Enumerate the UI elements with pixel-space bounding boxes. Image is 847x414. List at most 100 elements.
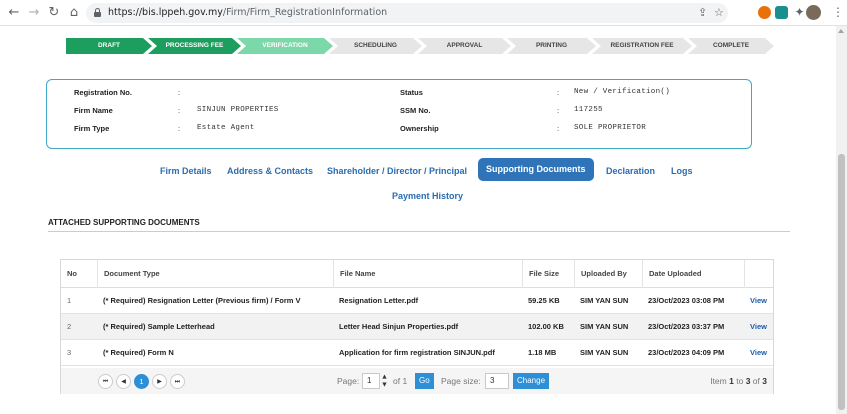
colon: : — [178, 88, 181, 97]
cell-no: 2 — [67, 322, 72, 331]
page-of-label: of 1 — [393, 376, 408, 386]
cell-date-uploaded: 23/Oct/2023 03:37 PM — [648, 322, 725, 331]
page-scrollbar[interactable] — [836, 26, 847, 414]
section-title: ATTACHED SUPPORTING DOCUMENTS — [48, 218, 200, 227]
firm-name-label: Firm Name — [74, 106, 113, 115]
colon: : — [557, 88, 560, 97]
table-row: 3 (* Required) Form N Application for fi… — [61, 340, 773, 366]
url-text: https://bis.lppeh.gov.my/Firm/Firm_Regis… — [108, 7, 388, 18]
page-size-label: Page size: — [441, 376, 481, 386]
tab-payment-history[interactable]: Payment History — [392, 191, 463, 201]
column-header-date-uploaded[interactable]: Date Uploaded — [642, 260, 744, 288]
cell-uploaded-by: SIM YAN SUN — [580, 296, 629, 305]
step-registration-fee: REGISTRATION FEE — [592, 38, 692, 54]
status-label: Status — [400, 88, 423, 97]
table-header: No Document Type File Name File Size Upl… — [61, 260, 773, 288]
last-page-icon[interactable]: ⏭ — [170, 374, 185, 389]
next-page-icon[interactable]: ▶ — [152, 374, 167, 389]
page-label: Page: — [337, 376, 360, 386]
star-icon[interactable]: ☆ — [714, 6, 724, 20]
step-complete: COMPLETE — [688, 38, 774, 54]
cell-file-name: Resignation Letter.pdf — [339, 296, 419, 305]
step-approval: APPROVAL — [418, 38, 511, 54]
tab-logs[interactable]: Logs — [671, 166, 693, 176]
cell-file-size: 59.25 KB — [528, 296, 560, 305]
item-count-info: Item 1 to 3 of 3 — [710, 376, 767, 386]
tab-declaration[interactable]: Declaration — [606, 166, 655, 176]
cell-uploaded-by: SIM YAN SUN — [580, 348, 629, 357]
cell-date-uploaded: 23/Oct/2023 04:09 PM — [648, 348, 725, 357]
step-verification: VERIFICATION — [237, 38, 333, 54]
first-page-icon[interactable]: ⏮ — [98, 374, 113, 389]
puzzle-icon[interactable]: ✦ — [793, 6, 806, 19]
extension-icon[interactable] — [758, 6, 771, 19]
colon: : — [557, 106, 560, 115]
reload-icon[interactable]: ↻ — [46, 5, 62, 21]
step-processing-fee: PROCESSING FEE — [148, 38, 241, 54]
menu-icon[interactable]: ⋮ — [832, 5, 844, 20]
table-row: 1 (* Required) Resignation Letter (Previ… — [61, 288, 773, 314]
column-header-file-size[interactable]: File Size — [522, 260, 574, 288]
cell-file-size: 1.18 MB — [528, 348, 557, 357]
colon: : — [178, 124, 181, 133]
firm-type-value: Estate Agent — [197, 124, 255, 132]
tab-firm-details[interactable]: Firm Details — [160, 166, 212, 176]
section-divider — [48, 231, 790, 232]
tab-supporting-documents[interactable]: Supporting Documents — [478, 158, 594, 181]
page-spinner-icon[interactable]: ▲ ▼ — [381, 373, 388, 389]
ownership-value: SOLE PROPRIETOR — [574, 124, 647, 132]
cell-file-size: 102.00 KB — [528, 322, 564, 331]
avatar[interactable] — [806, 5, 821, 20]
tab-shareholder-director-principal[interactable]: Shareholder / Director / Principal — [327, 166, 467, 176]
cell-document-type: (* Required) Resignation Letter (Previou… — [103, 296, 301, 305]
firm-name-value: SINJUN PROPERTIES — [197, 106, 279, 114]
go-button[interactable]: Go — [415, 373, 434, 389]
ssm-no-label: SSM No. — [400, 106, 431, 115]
view-link[interactable]: View — [744, 314, 767, 340]
page-number-button[interactable]: 1 — [134, 374, 149, 389]
cell-document-type: (* Required) Sample Letterhead — [103, 322, 215, 331]
step-scheduling: SCHEDULING — [329, 38, 422, 54]
cell-file-name: Letter Head Sinjun Properties.pdf — [339, 322, 459, 331]
lock-icon[interactable] — [94, 8, 101, 17]
cell-no: 1 — [67, 296, 72, 305]
table-pager: ⏮ ◀ 1 ▶ ⏭ Page: 1 ▲ ▼ of 1 Go Page size: … — [61, 368, 773, 394]
page-input[interactable]: 1 — [362, 373, 380, 389]
scroll-thumb[interactable] — [838, 154, 845, 410]
cell-no: 3 — [67, 348, 72, 357]
status-value: New / Verification() — [574, 88, 671, 96]
prev-page-icon[interactable]: ◀ — [116, 374, 131, 389]
ownership-label: Ownership — [400, 124, 439, 133]
registration-no-label: Registration No. — [74, 88, 132, 97]
back-arrow-icon[interactable]: ← — [6, 5, 22, 21]
ssm-no-value: 117255 — [574, 106, 603, 114]
tab-address-contacts[interactable]: Address & Contacts — [227, 166, 313, 176]
forward-arrow-icon[interactable]: → — [26, 5, 42, 21]
column-header-no[interactable]: No — [61, 260, 97, 288]
home-icon[interactable]: ⌂ — [66, 5, 82, 21]
change-button[interactable]: Change — [513, 373, 550, 389]
cell-uploaded-by: SIM YAN SUN — [580, 322, 629, 331]
colon: : — [178, 106, 181, 115]
column-header-file-name[interactable]: File Name — [333, 260, 522, 288]
supporting-documents-table: No Document Type File Name File Size Upl… — [60, 259, 774, 394]
scroll-up-arrow-icon[interactable] — [838, 29, 844, 33]
step-draft: DRAFT — [66, 38, 152, 54]
cell-date-uploaded: 23/Oct/2023 03:08 PM — [648, 296, 725, 305]
extension-icon[interactable] — [775, 6, 788, 19]
cell-document-type: (* Required) Form N — [103, 348, 174, 357]
column-header-document-type[interactable]: Document Type — [97, 260, 333, 288]
colon: : — [557, 124, 560, 133]
firm-type-label: Firm Type — [74, 124, 110, 133]
view-link[interactable]: View — [744, 288, 767, 314]
share-icon[interactable]: ⇪ — [698, 6, 707, 20]
step-printing: PRINTING — [507, 38, 596, 54]
browser-toolbar: ← → ↻ ⌂ https://bis.lppeh.gov.my/Firm/Fi… — [0, 0, 847, 26]
address-bar[interactable]: https://bis.lppeh.gov.my/Firm/Firm_Regis… — [86, 3, 728, 23]
page-size-input[interactable]: 3 — [485, 373, 509, 389]
firm-info-panel: Registration No. : Firm Name : SINJUN PR… — [46, 79, 752, 149]
column-header-action — [744, 260, 773, 288]
view-link[interactable]: View — [744, 340, 767, 366]
column-header-uploaded-by[interactable]: Uploaded By — [574, 260, 642, 288]
cell-file-name: Application for firm registration SINJUN… — [339, 348, 495, 357]
